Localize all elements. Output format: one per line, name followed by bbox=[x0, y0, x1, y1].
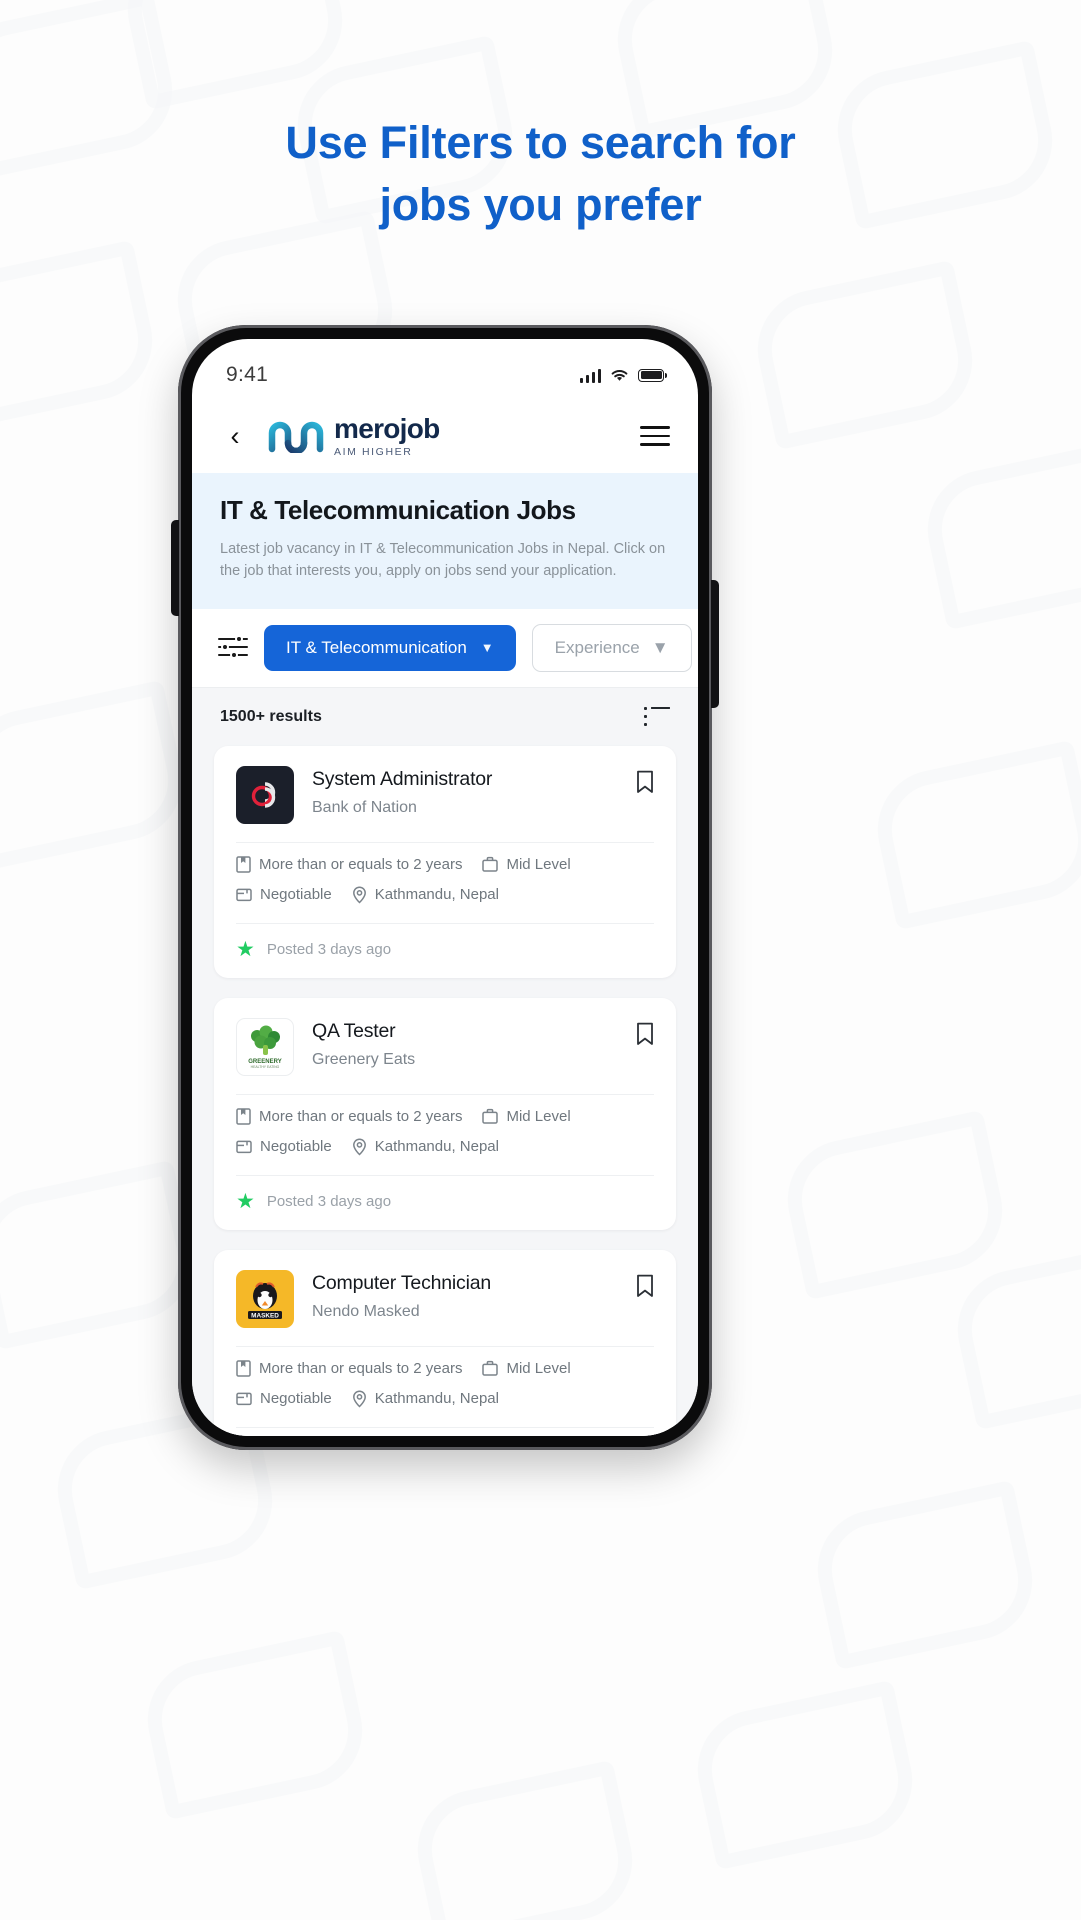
results-count: 1500+ results bbox=[220, 707, 322, 725]
map-pin-icon bbox=[352, 1137, 366, 1156]
experience-icon bbox=[236, 1359, 251, 1377]
brand-tagline: AIM HIGHER bbox=[334, 445, 413, 458]
battery-full-icon bbox=[638, 368, 667, 382]
filter-chip-category[interactable]: IT & Telecommunication ▼ bbox=[264, 624, 516, 671]
status-bar-time: 9:41 bbox=[226, 363, 269, 386]
hamburger-menu-icon[interactable] bbox=[640, 426, 670, 446]
job-posted: ★ Posted 3 days ago bbox=[236, 922, 654, 978]
job-level: Mid Level bbox=[482, 1359, 571, 1377]
star-icon: ★ bbox=[236, 1189, 255, 1213]
sliders-filter-icon[interactable] bbox=[218, 634, 248, 661]
briefcase-icon bbox=[482, 1108, 499, 1124]
bookmark-icon[interactable] bbox=[636, 1270, 654, 1298]
experience-icon bbox=[236, 855, 251, 873]
wallet-icon bbox=[236, 1392, 252, 1406]
results-bar: 1500+ results bbox=[192, 687, 698, 746]
job-posted: ★ Posted 3 days ago bbox=[236, 1426, 654, 1437]
page-hero: IT & Telecommunication Jobs Latest job v… bbox=[192, 473, 698, 609]
brand-logo[interactable]: merojob AIM HIGHER bbox=[268, 412, 440, 458]
map-pin-icon bbox=[352, 1389, 366, 1408]
status-bar: 9:41 bbox=[192, 339, 698, 399]
job-title: Computer Technician bbox=[312, 1271, 492, 1294]
job-salary-label: Negotiable bbox=[260, 886, 332, 903]
job-experience: More than or equals to 2 years bbox=[236, 856, 462, 873]
job-location: Kathmandu, Nepal bbox=[352, 885, 499, 904]
job-salary: Negotiable bbox=[236, 1138, 332, 1155]
job-list: System Administrator Bank of Nation More… bbox=[192, 745, 698, 1437]
wifi-icon bbox=[611, 369, 628, 381]
job-salary-label: Negotiable bbox=[260, 1390, 332, 1407]
job-salary-label: Negotiable bbox=[260, 1138, 332, 1155]
job-location: Kathmandu, Nepal bbox=[352, 1389, 499, 1408]
list-view-icon[interactable] bbox=[644, 706, 670, 727]
job-posted: ★ Posted 3 days ago bbox=[236, 1174, 654, 1230]
svg-text:HEALTHY EATING: HEALTHY EATING bbox=[251, 1065, 280, 1069]
page-description: Latest job vacancy in IT & Telecommunica… bbox=[220, 541, 666, 579]
back-chevron-icon[interactable]: ‹ bbox=[220, 421, 250, 451]
chevron-down-icon: ▼ bbox=[651, 637, 669, 657]
job-salary: Negotiable bbox=[236, 886, 332, 903]
job-location: Kathmandu, Nepal bbox=[352, 1137, 499, 1156]
phone-screen: 9:41 ‹ merojob AIM HIGHER IT & Telecommu… bbox=[192, 339, 698, 1436]
job-salary: Negotiable bbox=[236, 1390, 332, 1407]
app-header: ‹ merojob AIM HIGHER bbox=[192, 399, 698, 473]
briefcase-icon bbox=[482, 1360, 499, 1376]
job-posted-label: Posted 3 days ago bbox=[266, 1192, 392, 1210]
experience-icon bbox=[236, 1107, 251, 1125]
job-level-label: Mid Level bbox=[506, 1107, 571, 1125]
headline-line-2: jobs you prefer bbox=[379, 179, 702, 231]
job-experience: More than or equals to 2 years bbox=[236, 1360, 462, 1377]
job-company: Nendo Masked bbox=[312, 1302, 420, 1320]
company-logo-bank-of-nation bbox=[236, 765, 294, 824]
job-experience-label: More than or equals to 2 years bbox=[259, 1107, 463, 1125]
filter-chip-experience[interactable]: Experience ▼ bbox=[531, 623, 692, 672]
filter-chip-experience-label: Experience bbox=[554, 637, 640, 657]
briefcase-icon bbox=[482, 856, 499, 872]
cellular-bars-icon bbox=[579, 368, 601, 383]
job-card[interactable]: System Administrator Bank of Nation More… bbox=[214, 745, 676, 978]
map-pin-icon bbox=[352, 885, 366, 904]
job-experience-label: More than or equals to 2 years bbox=[259, 1359, 463, 1377]
job-level: Mid Level bbox=[482, 855, 571, 873]
svg-text:MASKED: MASKED bbox=[251, 1312, 279, 1319]
bookmark-icon[interactable] bbox=[636, 1018, 654, 1046]
job-experience-label: More than or equals to 2 years bbox=[259, 855, 463, 873]
wallet-icon bbox=[236, 888, 252, 902]
job-location-label: Kathmandu, Nepal bbox=[374, 1390, 499, 1407]
job-location-label: Kathmandu, Nepal bbox=[374, 886, 499, 903]
job-level-label: Mid Level bbox=[506, 855, 571, 873]
headline-line-1: Use Filters to search for bbox=[285, 117, 796, 168]
star-icon: ★ bbox=[236, 937, 255, 961]
filter-bar: IT & Telecommunication ▼ Experience ▼ bbox=[192, 608, 698, 688]
job-card[interactable]: GREENERY HEALTHY EATING QA Tester Greene… bbox=[214, 997, 676, 1230]
page-headline: Use Filters to search for jobs you prefe… bbox=[0, 112, 1081, 236]
job-level-label: Mid Level bbox=[506, 1359, 571, 1377]
wallet-icon bbox=[236, 1140, 252, 1154]
job-company: Bank of Nation bbox=[312, 798, 417, 816]
job-location-label: Kathmandu, Nepal bbox=[374, 1138, 499, 1155]
job-posted-label: Posted 3 days ago bbox=[266, 940, 392, 958]
job-level: Mid Level bbox=[482, 1107, 571, 1125]
chevron-down-icon: ▼ bbox=[480, 640, 494, 655]
job-experience: More than or equals to 2 years bbox=[236, 1108, 462, 1125]
bookmark-icon[interactable] bbox=[636, 766, 654, 794]
brand-name: merojob bbox=[334, 412, 440, 444]
job-title: System Administrator bbox=[312, 767, 493, 790]
job-title: QA Tester bbox=[312, 1019, 396, 1042]
job-company: Greenery Eats bbox=[312, 1050, 416, 1068]
company-logo-greenery-eats: GREENERY HEALTHY EATING bbox=[236, 1017, 294, 1076]
filter-chip-category-label: IT & Telecommunication bbox=[286, 637, 467, 657]
merojob-logo-icon bbox=[268, 421, 324, 453]
company-logo-nendo-masked: MASKED bbox=[236, 1269, 294, 1328]
page-title: IT & Telecommunication Jobs bbox=[220, 495, 576, 525]
job-card[interactable]: MASKED Computer Technician Nendo Masked bbox=[214, 1249, 676, 1437]
phone-mockup-frame: 9:41 ‹ merojob AIM HIGHER IT & Telecommu… bbox=[171, 325, 719, 1450]
